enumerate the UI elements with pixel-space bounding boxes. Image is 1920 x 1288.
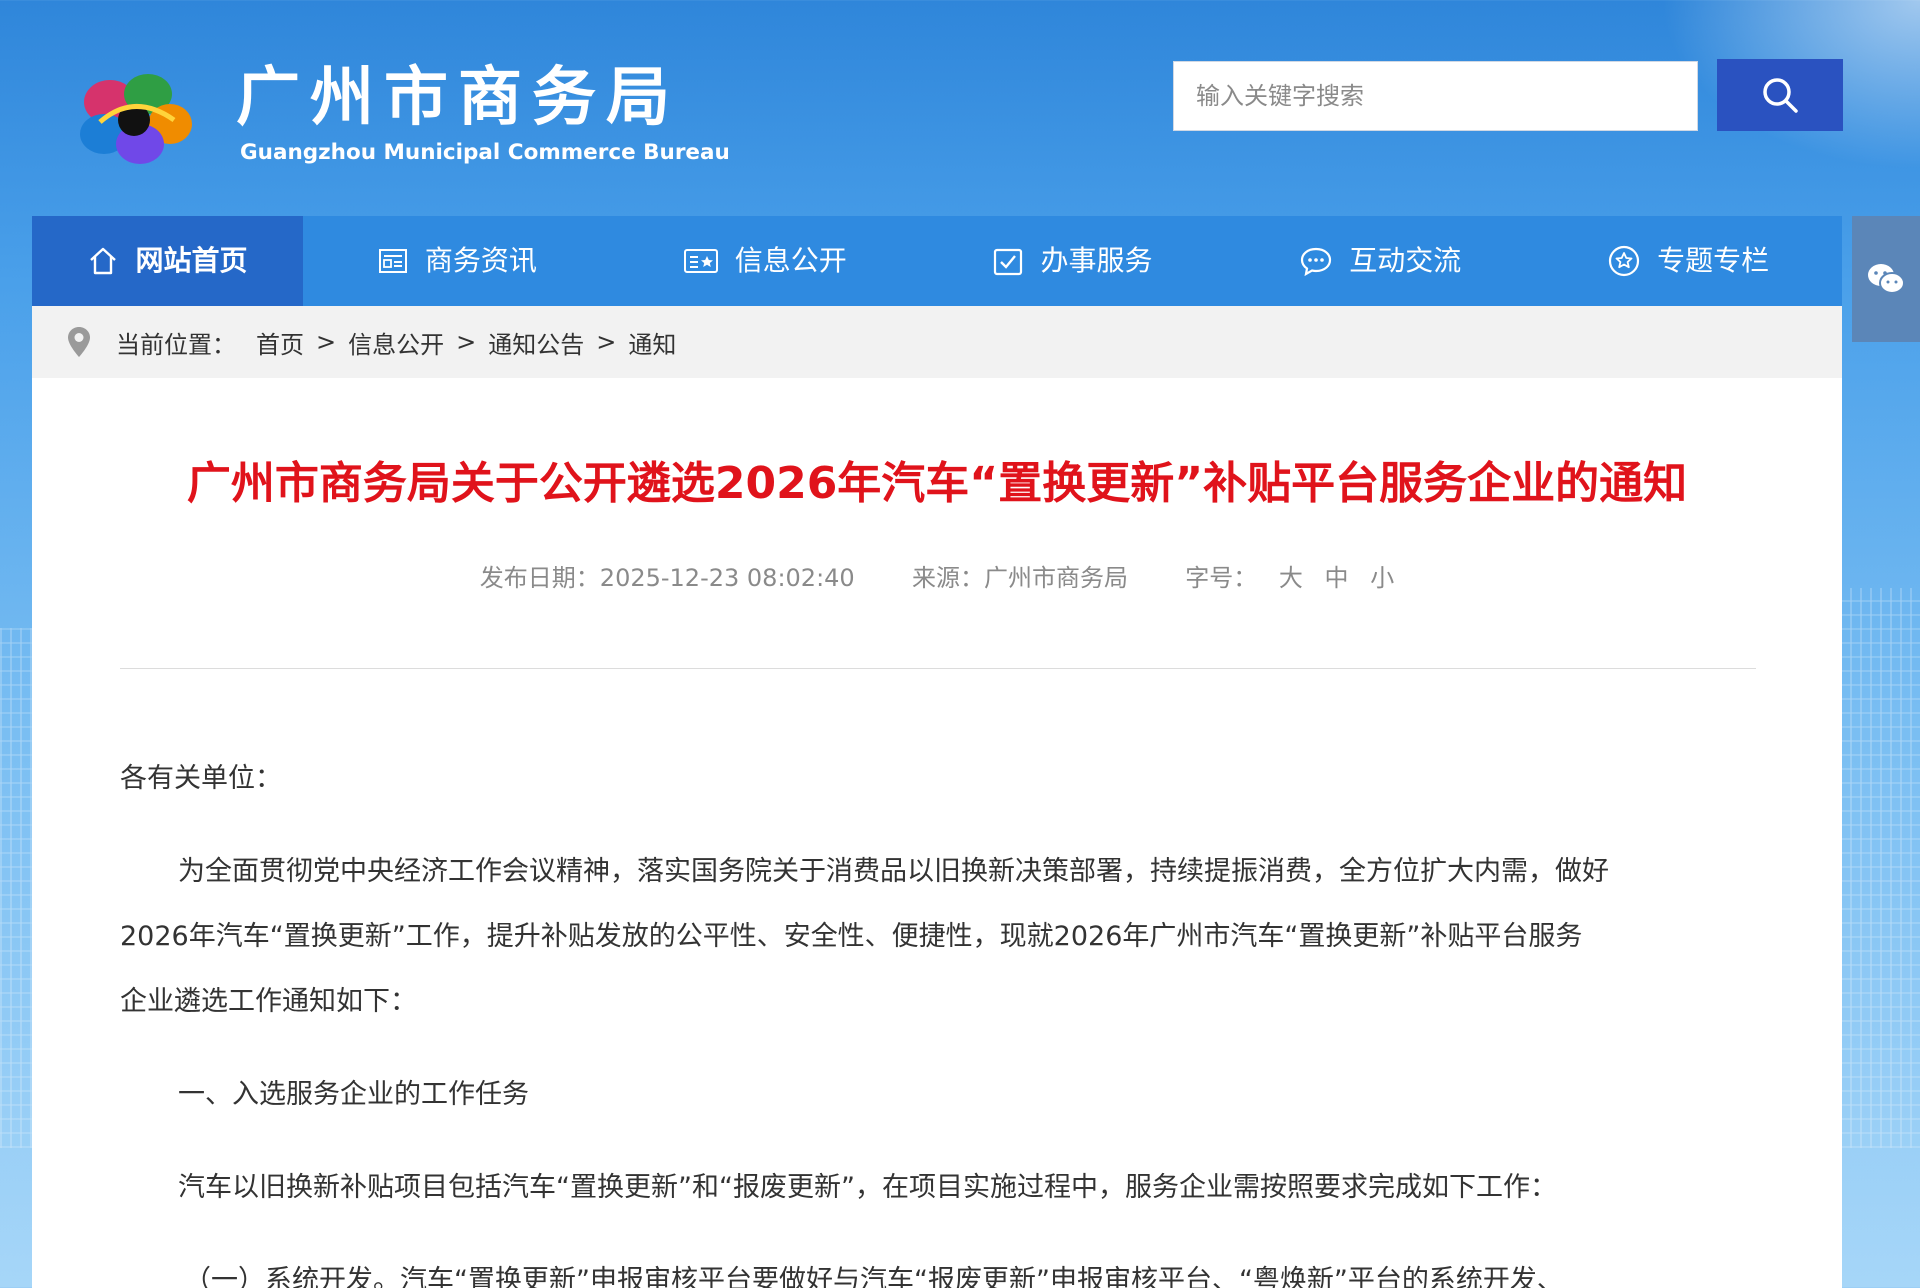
font-size-small-button[interactable]: 小 — [1370, 562, 1394, 594]
breadcrumb-home[interactable]: 首页 — [256, 325, 304, 360]
nav-item-commerce-news[interactable]: 商务资讯 — [303, 216, 611, 306]
breadcrumb-separator: > — [316, 328, 337, 356]
nav-label: 信息公开 — [734, 244, 847, 277]
publish-date: 2025-12-23 08:02:40 — [599, 564, 855, 592]
publish-date-label: 发布日期： — [479, 564, 600, 592]
title-divider — [120, 668, 1756, 669]
news-icon — [378, 249, 407, 273]
nav-item-services[interactable]: 办事服务 — [919, 216, 1227, 306]
background-city-left — [0, 628, 32, 1148]
paragraph-line: 为全面贯彻党中央经济工作会议精神，落实国务院关于消费品以旧换新决策部署，持续提振… — [178, 856, 1609, 887]
article-body: 各有关单位： 为全面贯彻党中央经济工作会议精神，落实国务院关于消费品以旧换新决策… — [120, 746, 1770, 1288]
breadcrumb-notice[interactable]: 通知 — [628, 325, 676, 360]
star-badge-icon — [1608, 245, 1640, 277]
site-header: 广州市商务局 Guangzhou Municipal Commerce Bure… — [0, 0, 1920, 215]
location-pin-icon — [68, 327, 90, 357]
font-size-large-button[interactable]: 大 — [1279, 562, 1303, 594]
breadcrumb-notices[interactable]: 通知公告 — [488, 325, 584, 360]
section-heading: 一、入选服务企业的工作任务 — [178, 1079, 529, 1110]
nav-label: 专题专栏 — [1657, 244, 1770, 277]
nav-item-home[interactable]: 网站首页 — [32, 216, 303, 306]
search-button[interactable] — [1717, 59, 1843, 131]
paragraph-line: 2026年汽车“置换更新”工作，提升补贴发放的公平性、安全性、便捷性，现就202… — [120, 921, 1583, 952]
search-input[interactable] — [1173, 61, 1698, 131]
breadcrumb-info-disclosure[interactable]: 信息公开 — [348, 325, 444, 360]
search-icon — [1763, 78, 1798, 113]
info-card-icon — [683, 249, 718, 273]
paragraph-line: 企业遴选工作通知如下： — [120, 986, 417, 1017]
article-title: 广州市商务局关于公开遴选2026年汽车“置换更新”补贴平台服务企业的通知 — [186, 458, 1688, 509]
article-meta: 发布日期：2025-12-23 08:02:40 来源：广州市商务局 字号： 大… — [32, 562, 1842, 594]
font-size-medium-button[interactable]: 中 — [1325, 562, 1349, 594]
paragraph-salutation: 各有关单位： — [120, 763, 282, 794]
bureau-logo-icon[interactable] — [70, 62, 200, 172]
breadcrumb-separator: > — [596, 328, 617, 356]
background-city-right — [1840, 588, 1920, 1148]
breadcrumb-label: 当前位置： — [116, 330, 236, 359]
nav-label: 互动交流 — [1349, 244, 1462, 277]
paragraph-system-dev: （一）系统开发。汽车“置换更新”申报审核平台要做好与汽车“报废更新”申报审核平台… — [184, 1265, 1564, 1288]
nav-label: 商务资讯 — [424, 244, 537, 277]
chat-bubble-icon — [1301, 247, 1332, 277]
wechat-side-tab[interactable] — [1852, 216, 1920, 342]
site-name-cn: 广州市商务局 — [236, 61, 680, 135]
breadcrumb: 当前位置： 首页 > 信息公开 > 通知公告 > 通知 — [32, 306, 1842, 378]
nav-item-info-disclosure[interactable]: 信息公开 — [611, 216, 919, 306]
content-panel: 当前位置： 首页 > 信息公开 > 通知公告 > 通知 广州市商务局关于公开遴选… — [32, 306, 1842, 1288]
site-name-en: Guangzhou Municipal Commerce Bureau — [240, 140, 730, 165]
paragraph-intro: 为全面贯彻党中央经济工作会议精神，落实国务院关于消费品以旧换新决策部署，持续提振… — [120, 839, 1770, 1034]
breadcrumb-separator: > — [456, 328, 477, 356]
nav-label: 网站首页 — [135, 244, 248, 277]
home-icon — [90, 247, 117, 275]
paragraph-tasks: 汽车以旧换新补贴项目包括汽车“置换更新”和“报废更新”，在项目实施过程中，服务企… — [178, 1172, 1557, 1203]
main-nav: 网站首页 商务资讯 信息公开 办事服务 互动交流 专题专栏 — [32, 216, 1842, 306]
font-size-label: 字号： — [1185, 564, 1258, 592]
source-label: 来源： — [911, 564, 984, 592]
checkbox-icon — [994, 248, 1023, 276]
source-value: 广州市商务局 — [983, 564, 1128, 592]
nav-item-interaction[interactable]: 互动交流 — [1226, 216, 1534, 306]
nav-label: 办事服务 — [1040, 244, 1153, 277]
nav-item-special-topics[interactable]: 专题专栏 — [1534, 216, 1842, 306]
wechat-icon — [1868, 264, 1905, 294]
